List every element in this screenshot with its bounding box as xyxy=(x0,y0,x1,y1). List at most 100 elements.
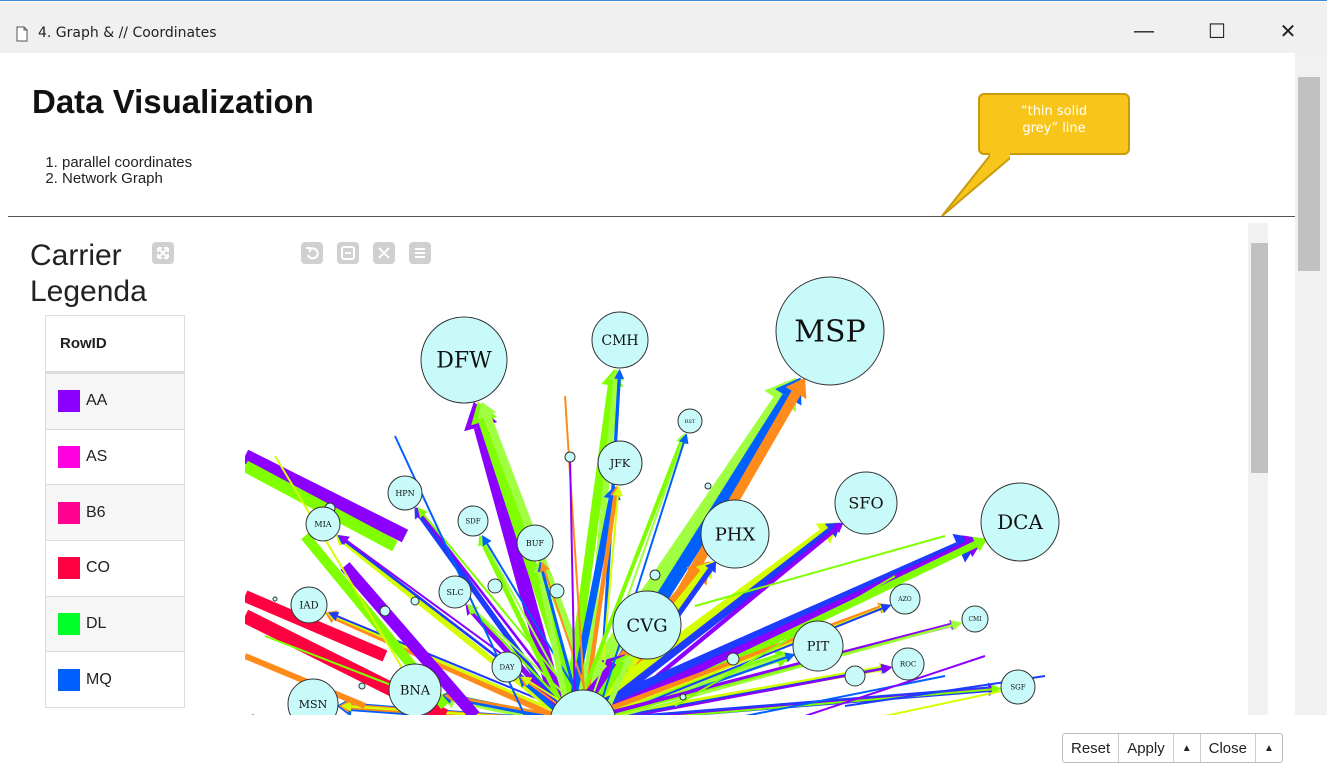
graph-node-label: JFK xyxy=(609,457,631,470)
graph-node[interactable]: HPN xyxy=(387,475,423,511)
graph-node[interactable]: DAY xyxy=(491,651,523,683)
carrier-legend-table: RowID AA AS B6 CO DL MQ xyxy=(45,315,185,709)
graph-node-circle xyxy=(358,682,366,690)
reset-button[interactable]: Reset xyxy=(1063,734,1120,762)
graph-node[interactable]: PIT xyxy=(792,620,844,672)
window-title: 4. Graph & // Coordinates xyxy=(38,25,217,41)
legend-fullscreen-button[interactable] xyxy=(152,242,174,264)
graph-node-label: SLC xyxy=(447,588,464,597)
list-item: Network Graph xyxy=(62,171,192,187)
graph-node[interactable] xyxy=(410,596,420,606)
graph-node-label: DFW xyxy=(436,349,492,374)
graph-node[interactable]: SDF xyxy=(457,505,489,537)
close-dropdown-arrow[interactable]: ▲ xyxy=(1256,734,1282,762)
network-graph[interactable]: DFW CMH MSP JFK PHX SFO DCA CVG PIT BNA MSN IAD MIA H… xyxy=(245,236,1248,715)
legend-row[interactable]: DL xyxy=(46,596,184,653)
graph-node[interactable] xyxy=(564,451,576,463)
page-title: Data Visualization xyxy=(32,83,314,120)
callout-pointer xyxy=(941,151,1010,217)
graph-node[interactable]: BUF xyxy=(516,524,554,562)
graph-node-circle xyxy=(564,451,576,463)
graph-node-circle xyxy=(679,693,687,701)
legend-label: B6 xyxy=(86,503,106,521)
maximize-icon: ☐ xyxy=(1208,20,1226,43)
apply-button[interactable]: Apply xyxy=(1119,734,1174,762)
graph-node[interactable] xyxy=(844,665,866,687)
graph-node[interactable]: RST xyxy=(677,408,703,434)
graph-node[interactable] xyxy=(549,583,565,599)
graph-node[interactable]: BNA xyxy=(388,663,442,715)
footer-button-group: Reset Apply ▲ Close ▲ xyxy=(1062,733,1283,763)
graph-node-circle xyxy=(844,665,866,687)
graph-node-label: SFO xyxy=(848,494,883,513)
close-window-button[interactable]: ✕ xyxy=(1270,16,1306,46)
graph-node-label: CVG xyxy=(626,615,667,636)
legend-label: MQ xyxy=(86,670,112,688)
graph-node[interactable] xyxy=(704,482,712,490)
graph-node[interactable] xyxy=(649,569,661,581)
graph-node[interactable]: DFW xyxy=(420,316,508,404)
graph-node-circle xyxy=(379,605,391,617)
graph-node-label: CMI xyxy=(968,616,982,623)
page-scrollbar-thumb[interactable] xyxy=(1298,77,1320,271)
legend-row[interactable]: AS xyxy=(46,430,184,486)
graph-node-circle xyxy=(704,482,712,490)
graph-node[interactable]: JFK xyxy=(597,440,643,486)
thin-grey-divider xyxy=(8,216,1295,217)
graph-node[interactable] xyxy=(272,596,278,602)
graph-node[interactable]: AZO xyxy=(889,583,921,615)
legend-header: RowID xyxy=(46,316,184,374)
graph-node-label: PIT xyxy=(807,640,830,655)
graph-node[interactable] xyxy=(487,578,503,594)
graph-node[interactable]: SGF xyxy=(1000,669,1036,705)
graph-node-circle xyxy=(272,596,278,602)
document-icon xyxy=(16,26,28,42)
dialog-window: 4. Graph & // Coordinates — ☐ ✕ Data Vis… xyxy=(0,0,1327,766)
graph-node[interactable]: ROC xyxy=(891,647,925,681)
apply-dropdown-arrow[interactable]: ▲ xyxy=(1174,734,1201,762)
graph-node-label: HPN xyxy=(395,489,414,498)
graph-node[interactable]: CMI xyxy=(961,605,989,633)
graph-node[interactable]: MSP xyxy=(775,276,885,386)
graph-scrollbar-thumb[interactable] xyxy=(1251,243,1268,473)
graph-node[interactable]: CVG xyxy=(612,590,682,660)
content-area: Data Visualization parallel coordinates … xyxy=(0,53,1295,715)
graph-node[interactable]: SFO xyxy=(834,471,898,535)
graph-node-label: IAD xyxy=(299,601,318,612)
graph-node-circle xyxy=(649,569,661,581)
minimize-button[interactable]: — xyxy=(1126,16,1162,46)
close-button[interactable]: Close xyxy=(1201,734,1256,762)
graph-node-circle xyxy=(487,578,503,594)
legend-swatch xyxy=(58,501,80,524)
graph-node[interactable] xyxy=(358,682,366,690)
legend-label: DL xyxy=(86,615,107,633)
graph-node[interactable]: MIA xyxy=(305,506,341,542)
graph-edge-arrowhead xyxy=(881,663,893,674)
legend-row[interactable]: MQ xyxy=(46,652,184,709)
legend-row[interactable]: CO xyxy=(46,541,184,597)
graph-node[interactable] xyxy=(379,605,391,617)
legend-label: AA xyxy=(86,392,108,410)
close-icon: ✕ xyxy=(1279,20,1297,43)
graph-node[interactable]: PHX xyxy=(700,499,770,569)
legend-row[interactable]: AA xyxy=(46,374,184,430)
list-item: parallel coordinates xyxy=(62,155,192,171)
legend-title-line: Legenda xyxy=(30,275,147,308)
graph-node[interactable]: MSN xyxy=(287,678,339,715)
graph-node-label: SDF xyxy=(465,517,480,525)
graph-node[interactable]: DCA xyxy=(980,482,1060,562)
graph-node-label: DCA xyxy=(997,510,1043,534)
graph-node[interactable] xyxy=(726,652,740,666)
legend-swatch xyxy=(58,613,80,636)
graph-node[interactable] xyxy=(679,693,687,701)
graph-node-label: SGF xyxy=(1010,683,1025,691)
legend-row[interactable]: B6 xyxy=(46,485,184,542)
maximize-button[interactable]: ☐ xyxy=(1199,16,1235,46)
legend-swatch xyxy=(58,557,80,580)
graph-node-label: BNA xyxy=(400,684,431,699)
title-bar: 4. Graph & // Coordinates — ☐ ✕ xyxy=(0,2,1327,53)
graph-node[interactable]: CMH xyxy=(591,311,649,369)
graph-node[interactable]: IAD xyxy=(290,586,328,624)
legend-swatch xyxy=(58,668,80,691)
graph-node[interactable]: SLC xyxy=(438,575,472,609)
